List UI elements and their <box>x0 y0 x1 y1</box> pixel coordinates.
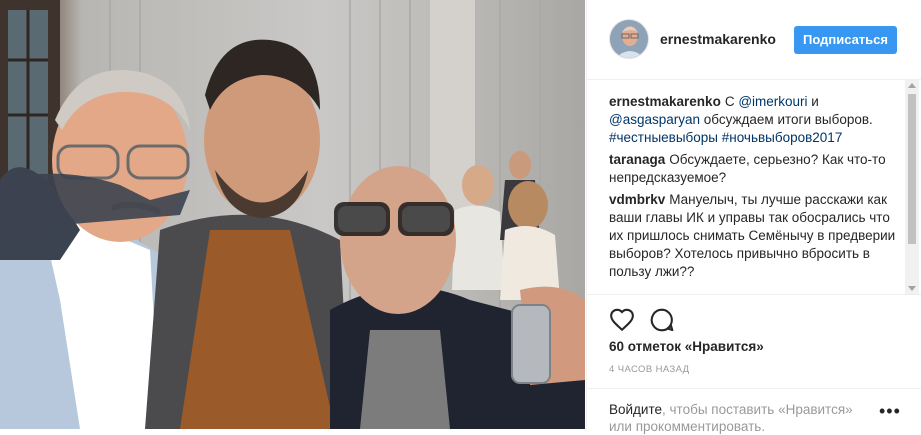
post-sidebar: ernestmakarenko Подписаться ernestmakare… <box>586 0 921 434</box>
follow-button[interactable]: Подписаться <box>794 26 897 54</box>
caption-text: С <box>724 94 739 109</box>
more-options-icon[interactable]: ••• <box>879 401 901 422</box>
login-prompt-text: Войдите, чтобы поставить «Нравится» или … <box>609 401 859 435</box>
post-username[interactable]: ernestmakarenko <box>660 31 776 47</box>
comment-author[interactable]: taranaga <box>609 152 665 167</box>
hashtag-link[interactable]: #ночьвыборов2017 <box>722 130 843 145</box>
avatar[interactable] <box>609 19 649 59</box>
comments-scrollbar[interactable] <box>905 80 919 294</box>
comment-icon[interactable] <box>649 307 675 333</box>
scroll-thumb[interactable] <box>908 94 916 244</box>
scroll-down-arrow-icon[interactable] <box>908 286 916 291</box>
mention-link[interactable]: @asgasparyan <box>609 112 700 127</box>
mention-link[interactable]: @imerkouri <box>738 94 807 109</box>
post-photo[interactable] <box>0 0 585 429</box>
heart-icon[interactable] <box>609 307 635 333</box>
caption: ernestmakarenko С @imerkouri и @asgaspary… <box>609 93 899 147</box>
comment-item: vdmbrkv Мануелыч, ты лучше расскажи как в… <box>609 191 899 281</box>
caption-text: и <box>807 94 819 109</box>
post-timestamp[interactable]: 4 ЧАСОВ НАЗАД <box>609 364 690 375</box>
comment-author[interactable]: vdmbrkv <box>609 192 665 207</box>
comments-list: ernestmakarenko С @imerkouri и @asgaspary… <box>609 93 899 293</box>
avatar-image <box>610 20 648 58</box>
login-link[interactable]: Войдите <box>609 402 662 417</box>
post-actions <box>587 294 921 332</box>
likes-count[interactable]: 60 отметок «Нравится» <box>609 339 764 354</box>
scroll-up-arrow-icon[interactable] <box>908 83 916 88</box>
login-prompt: Войдите, чтобы поставить «Нравится» или … <box>587 388 921 434</box>
caption-text: обсуждаем итоги выборов. <box>700 112 873 127</box>
caption-author[interactable]: ernestmakarenko <box>609 94 721 109</box>
post-header: ernestmakarenko Подписаться <box>587 0 921 80</box>
comment-item: taranaga Обсуждаете, серьезно? Как что-то… <box>609 151 899 187</box>
photo-illustration <box>0 0 585 429</box>
hashtag-link[interactable]: #честныевыборы <box>609 130 718 145</box>
